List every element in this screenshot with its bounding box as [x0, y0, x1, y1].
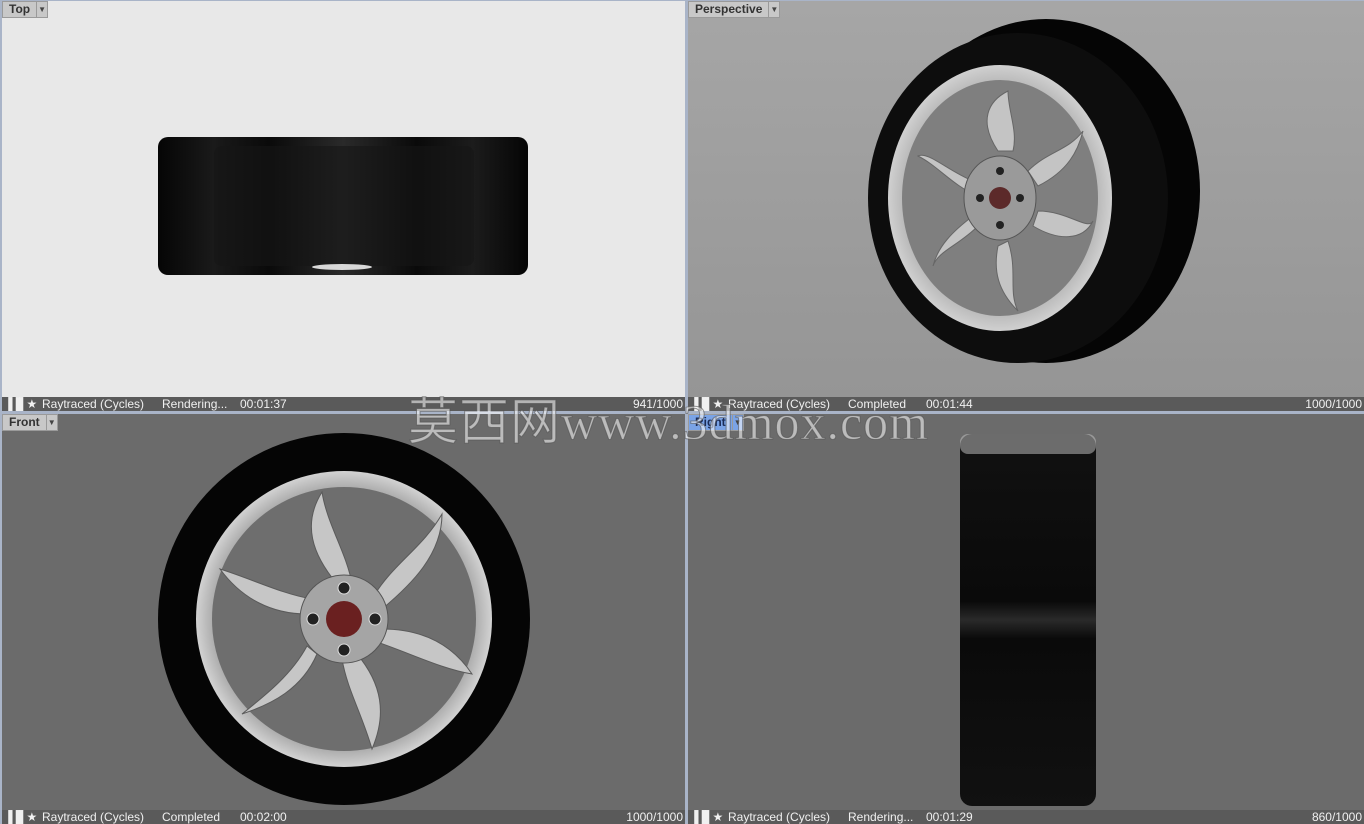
status-icons[interactable]: ▐▐▌★ [2, 397, 42, 411]
status-bar-front: ▐▐▌★ Raytraced (Cycles) Completed 00:02:00 … [2, 810, 685, 824]
render-state: Rendering... [162, 397, 228, 411]
viewport-top[interactable]: Top ▼ [2, 1, 685, 397]
render-time: 00:02:00 [240, 810, 287, 824]
viewport-label[interactable]: Perspective [688, 1, 770, 18]
status-bar-right: ▐▐▌★ Raytraced (Cycles) Rendering... 00:01:… [688, 810, 1364, 824]
viewport-perspective[interactable]: Perspective ▼ [688, 1, 1364, 397]
viewport-label[interactable]: Front [2, 414, 47, 431]
render-mode: Raytraced (Cycles) [42, 810, 145, 824]
tire-right-render [960, 434, 1096, 806]
viewport-tab-perspective[interactable]: Perspective ▼ [688, 1, 781, 18]
chevron-down-icon[interactable]: ▼ [769, 1, 781, 18]
render-progress: 860/1000 [1311, 810, 1362, 824]
render-state: Completed [162, 810, 221, 824]
viewport-right[interactable]: Right ▼ [688, 414, 1364, 810]
render-state: Rendering... [848, 810, 914, 824]
render-progress: 1000/1000 [1305, 397, 1362, 411]
chevron-down-icon[interactable]: ▼ [46, 414, 58, 431]
wheel-front-render [158, 433, 530, 805]
viewport-tab-top[interactable]: Top ▼ [2, 1, 49, 18]
watermark: 莫西网www.3dmox.com [407, 394, 930, 451]
render-mode: Raytraced (Cycles) [728, 810, 831, 824]
viewport-front[interactable]: Front ▼ [2, 414, 685, 810]
render-mode: Raytraced (Cycles) [42, 397, 145, 411]
chevron-down-icon[interactable]: ▼ [37, 1, 49, 18]
wheel-perspective-render [868, 19, 1200, 363]
status-icons[interactable]: ▐▐▌★ [688, 810, 728, 824]
status-icons[interactable]: ▐▐▌★ [2, 810, 42, 824]
tire-top-render [158, 137, 528, 275]
viewport-tab-front[interactable]: Front ▼ [2, 414, 58, 431]
render-time: 00:01:37 [240, 397, 287, 411]
viewport-label[interactable]: Top [2, 1, 38, 18]
render-time: 00:01:29 [926, 810, 973, 824]
render-progress: 1000/1000 [626, 810, 683, 824]
render-time: 00:01:44 [926, 397, 973, 411]
